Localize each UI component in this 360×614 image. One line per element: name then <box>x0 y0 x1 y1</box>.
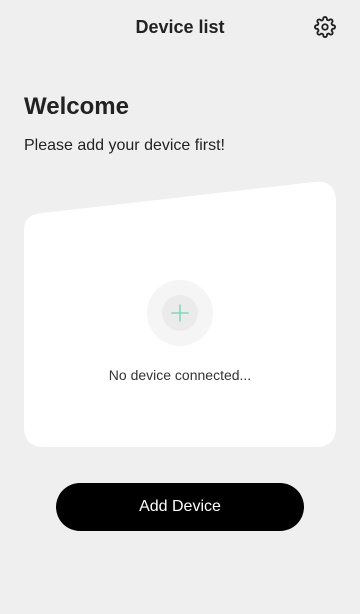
add-device-button[interactable]: Add Device <box>56 483 304 531</box>
add-device-circle-button[interactable] <box>147 280 213 346</box>
no-device-text: No device connected... <box>108 367 252 383</box>
app-header: Device list <box>0 0 360 56</box>
gear-icon <box>314 16 336 38</box>
welcome-heading: Welcome <box>24 93 129 120</box>
add-device-circle-inner <box>162 295 198 331</box>
plus-icon <box>171 304 189 322</box>
welcome-subtitle: Please add your device first! <box>24 137 225 154</box>
device-card: No device connected... <box>24 181 336 447</box>
page-title: Device list <box>135 17 225 37</box>
settings-button[interactable] <box>312 14 338 40</box>
